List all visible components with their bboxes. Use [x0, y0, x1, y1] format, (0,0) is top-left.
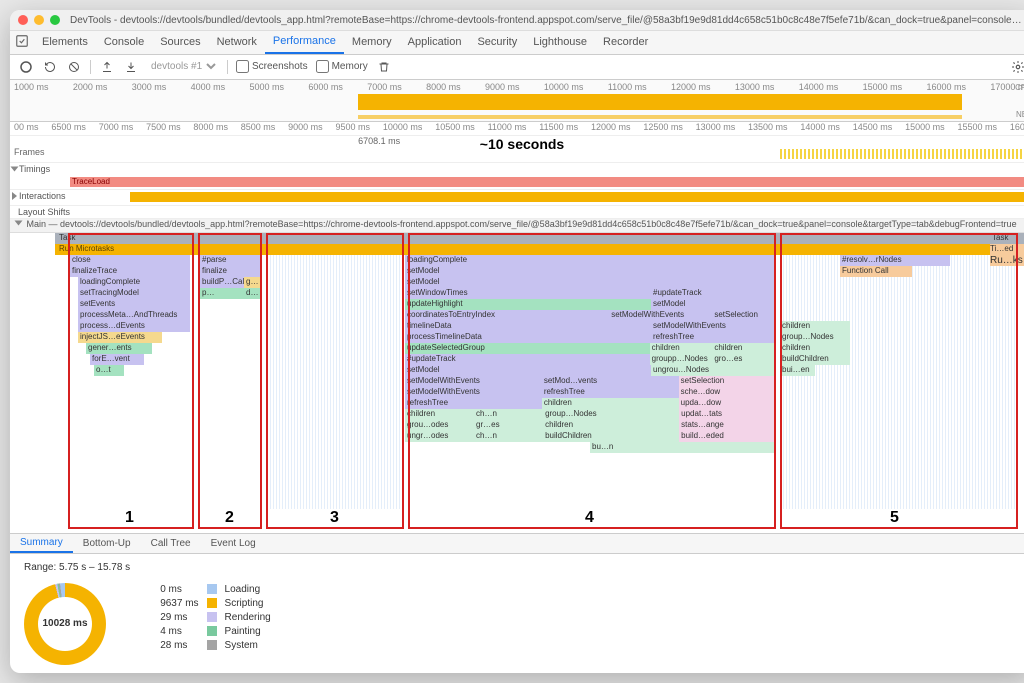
- frames-track[interactable]: Frames: [10, 147, 1024, 163]
- timings-track[interactable]: Timings TraceLoad: [10, 163, 1024, 190]
- net-band: [358, 115, 962, 119]
- tab-recorder[interactable]: Recorder: [595, 31, 656, 53]
- window-title: DevTools - devtools://devtools/bundled/d…: [70, 15, 1024, 26]
- region-4: [408, 233, 776, 529]
- layout-shifts-track[interactable]: Layout Shifts: [10, 206, 1024, 220]
- summary-donut: 10028 ms: [24, 583, 106, 665]
- region-5: [780, 233, 1018, 529]
- minimize-icon[interactable]: [34, 15, 44, 25]
- memory-checkbox[interactable]: Memory: [316, 60, 368, 73]
- tab-console[interactable]: Console: [96, 31, 152, 53]
- tab-elements[interactable]: Elements: [34, 31, 96, 53]
- tab-bottom-up[interactable]: Bottom-Up: [73, 534, 141, 553]
- tab-application[interactable]: Application: [400, 31, 470, 53]
- summary-legend: 0 msLoading 9637 msScripting 29 msRender…: [160, 584, 271, 651]
- chevron-down-icon[interactable]: [11, 166, 19, 171]
- tab-lighthouse[interactable]: Lighthouse: [525, 31, 595, 53]
- detail-tabs: Summary Bottom-Up Call Tree Event Log: [10, 533, 1024, 554]
- flame-chart[interactable]: Task Task Run Microtasks Ti…ed close fin…: [10, 233, 1024, 533]
- session-select[interactable]: devtools #1: [147, 60, 219, 73]
- time-ruler[interactable]: 00 ms6500 ms7000 ms 7500 ms8000 ms8500 m…: [10, 122, 1024, 136]
- panel-tabs: Elements Console Sources Network Perform…: [10, 31, 1024, 54]
- ruler-subtick: 6708.1 ms: [358, 136, 400, 146]
- tab-memory[interactable]: Memory: [344, 31, 400, 53]
- close-icon[interactable]: [18, 15, 28, 25]
- devtools-window: DevTools - devtools://devtools/bundled/d…: [10, 10, 1024, 673]
- reload-icon[interactable]: [42, 59, 58, 75]
- region-3: [266, 233, 404, 529]
- main-thread-header[interactable]: Main — devtools://devtools/bundled/devto…: [10, 219, 1024, 233]
- cpu-band: [358, 94, 962, 110]
- maximize-icon[interactable]: [50, 15, 60, 25]
- titlebar: DevTools - devtools://devtools/bundled/d…: [10, 10, 1024, 31]
- chevron-right-icon[interactable]: [12, 192, 17, 200]
- tab-performance[interactable]: Performance: [265, 31, 344, 53]
- tab-summary[interactable]: Summary: [10, 534, 73, 553]
- screenshots-checkbox[interactable]: Screenshots: [236, 60, 308, 73]
- tab-event-log[interactable]: Event Log: [201, 534, 266, 553]
- window-controls: [18, 15, 60, 25]
- region-2: [198, 233, 262, 529]
- inspect-icon[interactable]: [10, 34, 34, 51]
- overview-timeline[interactable]: 1000 ms2000 ms 3000 ms4000 ms 5000 ms600…: [10, 80, 1024, 123]
- gear-icon[interactable]: [1010, 59, 1024, 75]
- tab-network[interactable]: Network: [209, 31, 265, 53]
- tab-sources[interactable]: Sources: [152, 31, 208, 53]
- interaction-bar[interactable]: [130, 192, 1024, 202]
- perf-toolbar: devtools #1 Screenshots Memory: [10, 55, 1024, 80]
- traceload-bar[interactable]: TraceLoad: [70, 177, 1024, 187]
- trash-icon[interactable]: [376, 59, 392, 75]
- record-icon[interactable]: [18, 59, 34, 75]
- region-1: [68, 233, 194, 529]
- chevron-down-icon[interactable]: [15, 221, 23, 226]
- range-text: Range: 5.75 s – 15.78 s: [24, 562, 130, 573]
- upload-icon[interactable]: [99, 59, 115, 75]
- tab-call-tree[interactable]: Call Tree: [141, 534, 201, 553]
- summary-panel: Range: 5.75 s – 15.78 s 10028 ms 0 msLoa…: [10, 554, 1024, 673]
- interactions-track[interactable]: Interactions: [10, 190, 1024, 206]
- tab-security[interactable]: Security: [469, 31, 525, 53]
- clear-icon[interactable]: [66, 59, 82, 75]
- download-icon[interactable]: [123, 59, 139, 75]
